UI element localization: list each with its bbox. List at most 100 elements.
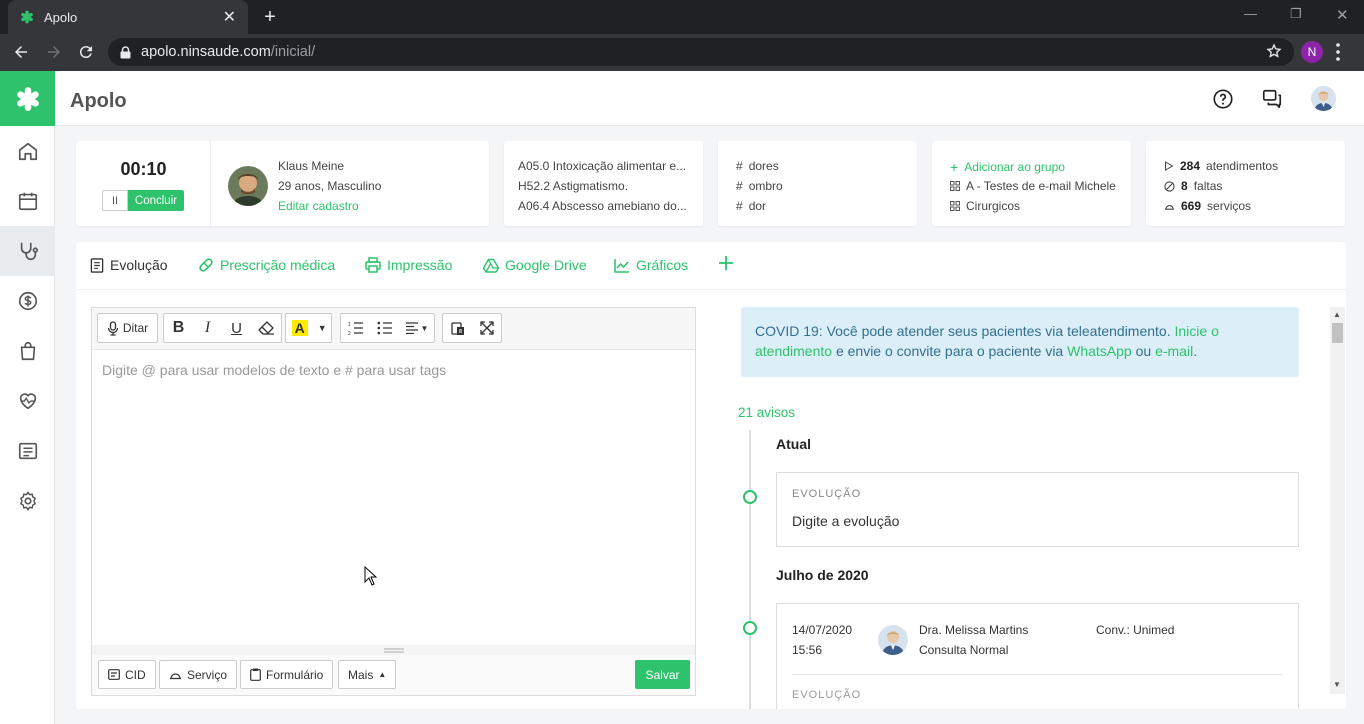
help-icon[interactable] (1212, 88, 1234, 110)
calendar-icon (18, 192, 37, 211)
group-label: A - Testes de e-mail Michele (966, 179, 1116, 193)
current-evolution-card[interactable]: EVOLUÇÃO Digite a evolução (776, 472, 1299, 547)
view-group (442, 313, 502, 343)
more-button[interactable]: Mais ▲ (338, 660, 397, 689)
groups-card: + Adicionar ao grupo A - Testes de e-mail… (932, 141, 1131, 226)
close-tab-icon[interactable]: ✕ (223, 7, 236, 27)
url-field[interactable]: apolo.ninsaude.com/inicial/ (108, 38, 1294, 66)
sidebar-item-health[interactable] (0, 376, 55, 426)
group-item[interactable]: A - Testes de e-mail Michele (950, 179, 1116, 193)
diagnoses-card[interactable]: A05.0 Intoxicação alimentar e... H52.2 A… (504, 141, 703, 226)
timeline-line (749, 430, 751, 709)
form-button[interactable]: Formulário (240, 660, 334, 689)
tab-evolucao[interactable]: Evolução (90, 257, 168, 273)
sidebar-item-settings[interactable] (0, 476, 55, 526)
finish-button[interactable]: Concluir (128, 190, 184, 211)
stat-value: 8 (1181, 179, 1188, 193)
patient-info: 29 anos, Masculino (278, 179, 382, 193)
timeline-dot (743, 621, 757, 635)
window-close-icon[interactable]: ✕ (1336, 6, 1349, 24)
underline-button[interactable]: U (222, 314, 251, 342)
bold-button[interactable]: B (164, 314, 193, 342)
dictate-button[interactable]: Ditar (97, 313, 158, 343)
add-group-button[interactable]: + Adicionar ao grupo (950, 159, 1065, 175)
paste-text-button[interactable] (443, 314, 472, 342)
bullet-list-button[interactable] (370, 314, 399, 342)
sidebar-item-home[interactable] (0, 126, 55, 176)
user-avatar[interactable] (1311, 86, 1336, 111)
service-label: Serviço (187, 667, 228, 682)
whatsapp-link[interactable]: WhatsApp (1067, 343, 1132, 359)
editor-resize-handle[interactable] (92, 645, 695, 655)
ordered-list-button[interactable]: 12 (341, 314, 370, 342)
highlight-color-button[interactable]: A ▼ (285, 313, 332, 343)
stats-card: 284 atendimentos 8 faltas 669 serviços (1146, 141, 1345, 226)
stat-value: 669 (1181, 199, 1202, 213)
align-button[interactable]: ▼ (399, 314, 434, 342)
restore-icon[interactable]: ❐ (1290, 6, 1302, 22)
url-host: apolo.ninsaude.com (141, 44, 271, 60)
tab-graficos[interactable]: Gráficos (614, 257, 688, 273)
sidebar-item-finance[interactable] (0, 276, 55, 326)
clipboard-icon (250, 668, 261, 681)
forward-icon[interactable] (45, 43, 63, 61)
group-item[interactable]: Cirurgicos (950, 199, 1020, 213)
browser-menu-icon[interactable] (1336, 43, 1340, 61)
document-icon (90, 257, 104, 273)
expand-icon (479, 321, 494, 335)
timeline-scrollbar[interactable]: ▲ ▼ (1330, 307, 1345, 694)
sidebar-item-calendar[interactable] (0, 176, 55, 226)
heartbeat-icon (19, 393, 36, 410)
warnings-link[interactable]: 21 avisos (738, 405, 795, 420)
tab-label: Google Drive (505, 257, 587, 273)
timeline-section-month: Julho de 2020 (776, 567, 869, 583)
tab-google-drive[interactable]: Google Drive (483, 257, 587, 273)
tag-item: dor (748, 199, 767, 213)
eraser-icon (257, 321, 274, 335)
cid-button[interactable]: CID (98, 660, 156, 689)
email-link[interactable]: e-mail (1155, 343, 1193, 359)
dictate-label: Ditar (122, 321, 149, 335)
browser-tab[interactable]: Apolo ✕ (8, 0, 248, 34)
save-button[interactable]: Salvar (635, 660, 690, 689)
bookmark-star-icon[interactable] (1266, 43, 1282, 59)
more-label: Mais (348, 667, 374, 682)
sidebar-item-attendance[interactable] (0, 226, 55, 276)
pause-button[interactable]: II (102, 190, 128, 211)
gear-icon (19, 491, 36, 511)
document-list-icon (18, 442, 37, 460)
chat-icon[interactable] (1261, 88, 1283, 110)
scroll-down-icon[interactable]: ▼ (1333, 680, 1341, 689)
tags-card[interactable]: # dores # ombro # dor (718, 141, 917, 226)
chevron-down-icon[interactable]: ▼ (313, 314, 331, 342)
sidebar-item-reports[interactable] (0, 426, 55, 476)
scroll-thumb[interactable] (1332, 323, 1343, 343)
minimize-icon[interactable]: — (1244, 6, 1257, 21)
add-group-label: Adicionar ao grupo (964, 160, 1065, 174)
doctor-name: Dra. Melissa Martins (919, 623, 1029, 637)
reload-icon[interactable] (77, 43, 95, 61)
tab-label: Gráficos (636, 257, 689, 273)
tab-impressao[interactable]: Impressão (365, 257, 452, 273)
edit-patient-link[interactable]: Editar cadastro (278, 199, 359, 213)
service-button[interactable]: Serviço (159, 660, 238, 689)
tab-label: Impressão (387, 257, 453, 273)
apolo-favicon-icon (20, 10, 34, 24)
fullscreen-button[interactable] (472, 314, 501, 342)
editor-textarea[interactable]: Digite @ para usar modelos de texto e # … (102, 362, 446, 378)
diagnosis-item: H52.2 Astigmatismo. (518, 179, 629, 193)
group-icon (950, 201, 960, 211)
sidebar-item-stock[interactable] (0, 326, 55, 376)
ban-icon (1164, 180, 1175, 192)
back-icon[interactable] (12, 43, 30, 61)
scroll-up-icon[interactable]: ▲ (1333, 310, 1341, 319)
add-tab-button[interactable] (718, 255, 734, 271)
timeline-entry-card[interactable]: 14/07/2020 15:56 Dra. Melissa Martins Co… (776, 603, 1299, 709)
clear-format-button[interactable] (251, 314, 280, 342)
timeline-dot (743, 490, 757, 504)
new-tab-icon[interactable]: + (260, 6, 280, 29)
tab-prescricao[interactable]: Prescrição médica (198, 257, 335, 273)
apolo-logo-icon[interactable] (0, 71, 55, 126)
italic-button[interactable]: I (193, 314, 222, 342)
profile-avatar[interactable]: N (1301, 41, 1323, 63)
